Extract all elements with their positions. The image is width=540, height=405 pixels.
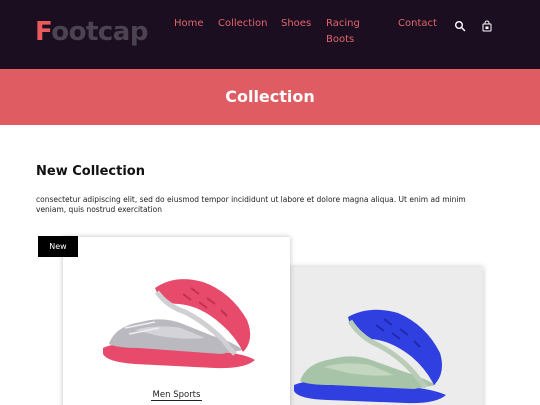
page-title: Collection	[225, 87, 315, 106]
section-description: consectetur adipiscing elit, sed do eius…	[36, 195, 466, 214]
search-icon	[455, 21, 466, 32]
product-label[interactable]: Men Sports	[63, 389, 290, 401]
logo-initial: F	[35, 17, 52, 47]
nav-shoes-link[interactable]: Shoes	[281, 16, 311, 32]
nav-collection-link[interactable]: Collection	[218, 16, 267, 32]
sneaker-image[interactable]	[95, 270, 260, 375]
cart-button[interactable]	[481, 17, 493, 32]
logo[interactable]: Footcap	[35, 16, 148, 48]
nav-racing-boots-link[interactable]: Racing Boots	[326, 16, 376, 48]
nav-contact-link[interactable]: Contact	[398, 16, 437, 32]
search-button[interactable]	[454, 17, 466, 32]
page-banner: Collection	[0, 69, 540, 125]
sneaker-image[interactable]	[290, 305, 450, 405]
new-badge: New	[38, 236, 78, 257]
site-header: Footcap Home Collection Shoes Racing Boo…	[0, 0, 540, 69]
shopping-bag-icon	[482, 20, 492, 32]
logo-text: ootcap	[51, 17, 148, 47]
section-title: New Collection	[36, 164, 145, 179]
product-name: Men Sports	[150, 390, 203, 401]
nav-home-link[interactable]: Home	[174, 16, 204, 32]
